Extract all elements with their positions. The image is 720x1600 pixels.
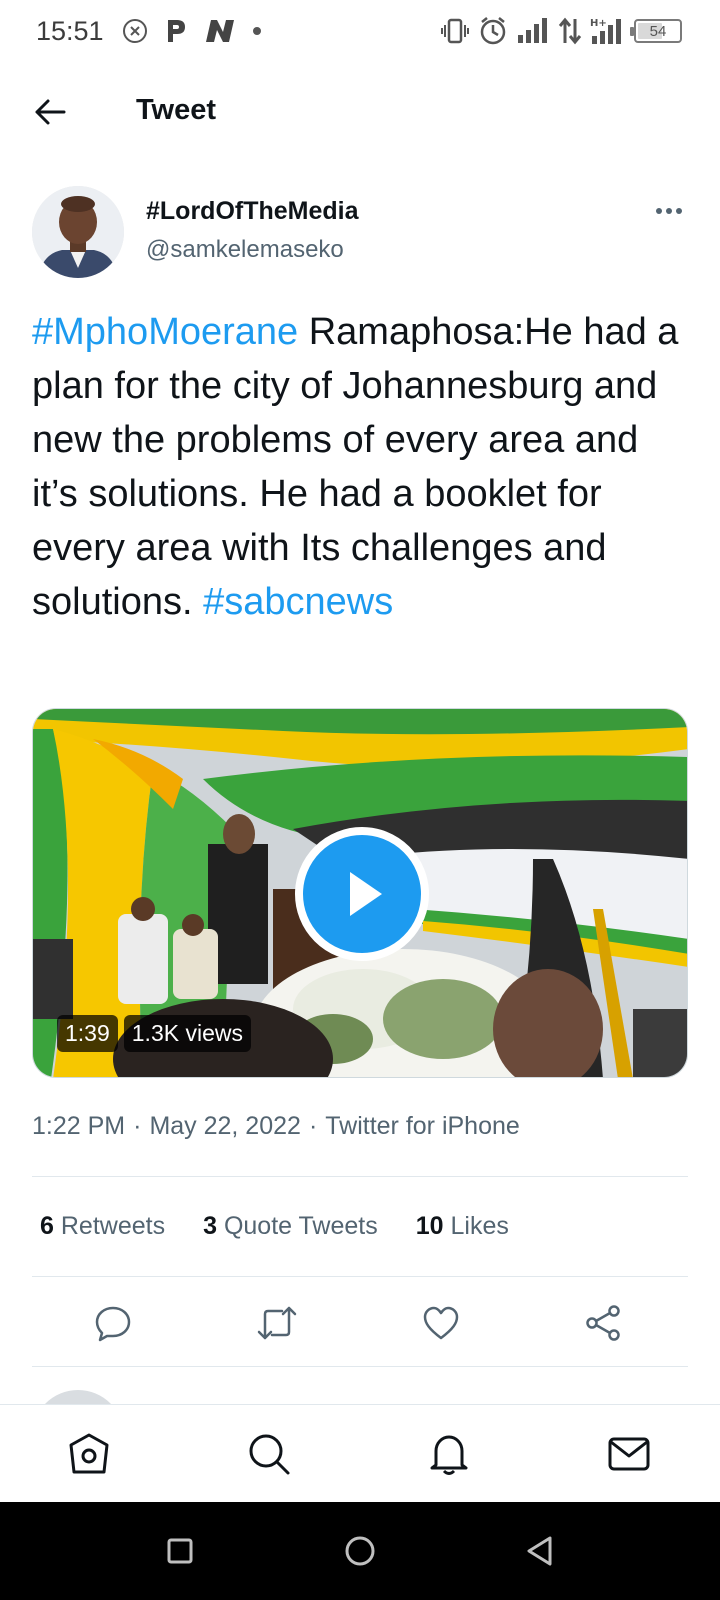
- meta-separator: ·: [133, 1112, 142, 1140]
- more-options-button[interactable]: [646, 198, 692, 224]
- close-circle-icon: [123, 19, 147, 43]
- tweet-body: Ramaphosa:He had a plan for the city of …: [32, 311, 679, 623]
- retweets-stat[interactable]: 6 Retweets: [40, 1212, 165, 1241]
- meta-separator: ·: [308, 1112, 318, 1140]
- battery-icon: 54: [630, 19, 682, 43]
- video-views-badge: 1.3K views: [123, 1015, 251, 1052]
- status-bar: 15:51 H+ 54: [0, 0, 720, 66]
- status-left-icons: [122, 18, 262, 44]
- divider: [32, 1176, 688, 1177]
- tweet-source[interactable]: Twitter for iPhone: [325, 1112, 520, 1141]
- bottom-nav: [0, 1404, 720, 1502]
- n-app-icon: [206, 20, 234, 42]
- retweets-label: Retweets: [60, 1212, 166, 1240]
- recent-apps-icon: [167, 1538, 193, 1564]
- dot-icon: [253, 27, 261, 35]
- notifications-icon: [430, 1435, 468, 1475]
- signal-icon: [518, 18, 547, 43]
- parking-icon: [168, 20, 185, 42]
- tweet-actions: [0, 1298, 720, 1348]
- page-title: Tweet: [136, 94, 217, 126]
- quotes-count: 3: [203, 1212, 217, 1240]
- back-triangle-icon: [527, 1536, 552, 1566]
- hashtag-link[interactable]: #MphoMoerane: [32, 311, 298, 353]
- reply-button[interactable]: [88, 1298, 138, 1348]
- video-duration-badge: 1:39: [57, 1015, 118, 1052]
- alarm-icon: [480, 17, 506, 45]
- tweet-header: Tweet: [0, 66, 720, 158]
- media-badges: 1:39 1.3K views: [57, 1015, 251, 1052]
- svg-text:H+: H+: [590, 18, 607, 29]
- quote-tweets-stat[interactable]: 3 Quote Tweets: [203, 1212, 378, 1241]
- avatar-image: [32, 186, 124, 278]
- home-system-button[interactable]: [342, 1533, 378, 1569]
- likes-label: Likes: [450, 1212, 509, 1240]
- nav-notifications[interactable]: [424, 1429, 474, 1479]
- back-system-button[interactable]: [522, 1533, 558, 1569]
- tweet-time[interactable]: 1:22 PM: [32, 1112, 125, 1141]
- like-button[interactable]: [416, 1298, 466, 1348]
- tweet-stats: 6 Retweets 3 Quote Tweets 10 Likes: [40, 1212, 509, 1241]
- reply-icon: [95, 1306, 131, 1342]
- nav-messages[interactable]: [604, 1429, 654, 1479]
- like-icon: [423, 1306, 459, 1340]
- search-icon: [249, 1434, 290, 1475]
- system-nav-bar: [0, 1502, 720, 1600]
- status-right-icons: H+ 54: [440, 16, 682, 46]
- video-player[interactable]: 1:39 1.3K views: [32, 708, 688, 1078]
- likes-stat[interactable]: 10 Likes: [416, 1212, 509, 1241]
- author-handle[interactable]: @samkelemaseko: [146, 236, 344, 264]
- quotes-label: Quote Tweets: [223, 1212, 378, 1240]
- recent-apps-button[interactable]: [162, 1533, 198, 1569]
- author-display-name[interactable]: #LordOfTheMedia: [146, 197, 359, 226]
- retweets-count: 6: [40, 1212, 54, 1240]
- hplus-signal-icon: H+: [590, 18, 621, 44]
- data-arrows-icon: [558, 17, 582, 45]
- share-button[interactable]: [578, 1298, 628, 1348]
- tweet-meta: 1:22 PM · May 22, 2022 · Twitter for iPh…: [32, 1112, 520, 1141]
- messages-icon: [608, 1437, 650, 1471]
- share-icon: [586, 1305, 620, 1341]
- play-button[interactable]: [295, 827, 429, 961]
- home-circle-icon: [345, 1536, 375, 1566]
- divider: [32, 1276, 688, 1277]
- arrow-left-icon: [35, 99, 66, 125]
- nav-search[interactable]: [244, 1429, 294, 1479]
- retweet-button[interactable]: [252, 1298, 302, 1348]
- retweet-icon: [257, 1306, 297, 1340]
- hashtag-link[interactable]: #sabcnews: [203, 581, 393, 623]
- vibrate-icon: [441, 18, 469, 44]
- play-icon: [350, 872, 382, 916]
- avatar[interactable]: [32, 186, 124, 278]
- status-time: 15:51: [36, 16, 104, 46]
- likes-count: 10: [415, 1212, 444, 1240]
- divider: [32, 1366, 688, 1367]
- tweet-date[interactable]: May 22, 2022: [149, 1112, 301, 1141]
- battery-level: 54: [649, 22, 667, 40]
- more-horizontal-icon: [656, 208, 662, 214]
- home-icon: [69, 1433, 109, 1474]
- back-button[interactable]: [30, 94, 70, 130]
- nav-home[interactable]: [64, 1429, 114, 1479]
- tweet-text: #MphoMoerane Ramaphosa:He had a plan for…: [32, 305, 692, 629]
